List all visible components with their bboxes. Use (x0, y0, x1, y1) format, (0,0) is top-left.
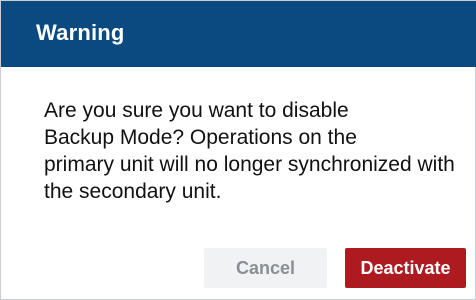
warning-dialog: Warning Are you sure you want to disable… (0, 0, 476, 300)
dialog-header: Warning (1, 1, 476, 67)
message-line: the secondary unit. (44, 180, 222, 203)
dialog-message: Are you sure you want to disable Backup … (44, 97, 464, 205)
message-line: Are you sure you want to disable (44, 99, 349, 122)
message-line: Backup Mode? Operations on the (44, 126, 357, 149)
message-line: primary unit will no longer synchronized… (44, 153, 455, 176)
deactivate-button[interactable]: Deactivate (345, 248, 466, 288)
cancel-button[interactable]: Cancel (204, 248, 327, 288)
dialog-title: Warning (36, 20, 125, 45)
